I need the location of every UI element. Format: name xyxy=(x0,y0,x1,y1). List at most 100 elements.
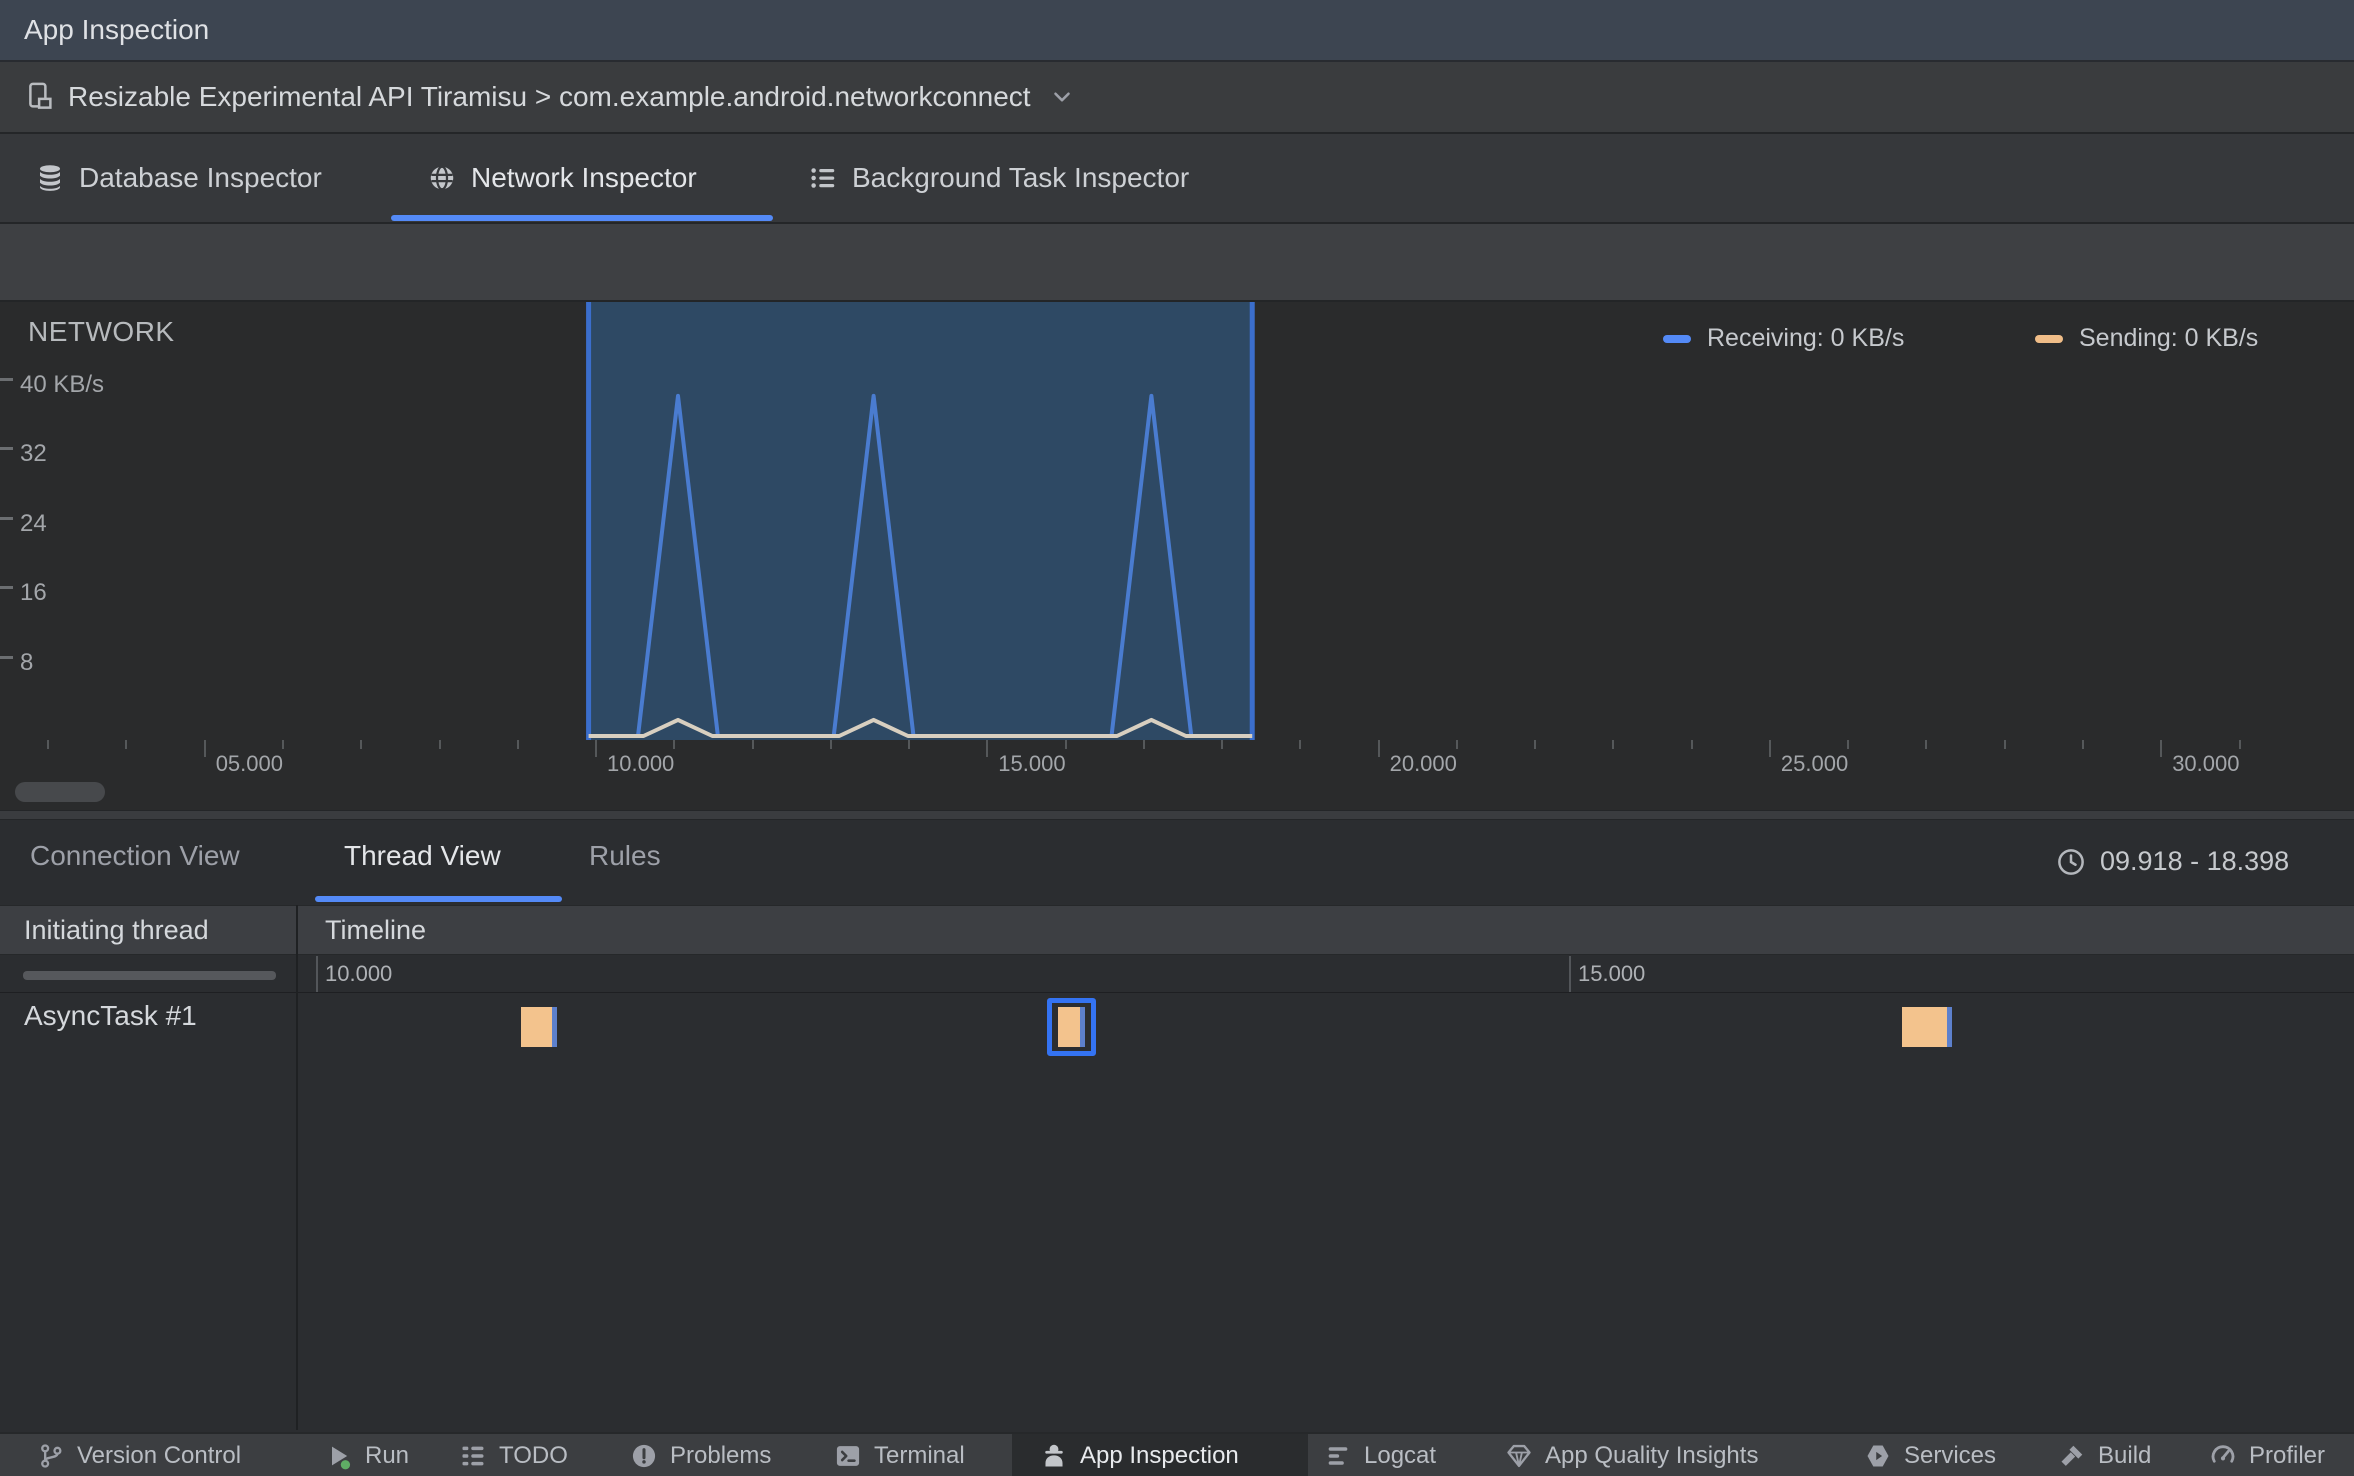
ruler-tick-label: 10.000 xyxy=(325,961,393,986)
x-minor-tick xyxy=(1534,740,1537,749)
network-request-block[interactable] xyxy=(1902,1007,1953,1047)
tab-background-task-inspector[interactable]: Background Task Inspector xyxy=(808,134,1189,222)
x-minor-tick xyxy=(438,740,441,749)
request-sending-fill xyxy=(1057,1007,1086,1047)
toolwindow-app-quality-insights[interactable]: App Quality Insights xyxy=(1505,1434,1758,1476)
clock-icon xyxy=(2056,847,2086,877)
toolwindow-label: Run xyxy=(365,1442,410,1469)
services-icon xyxy=(1864,1442,1892,1470)
legend-item-receiving: Receiving: 0 KB/s xyxy=(1663,324,1904,353)
toolwindow-terminal[interactable]: Terminal xyxy=(834,1434,965,1476)
x-major-tick xyxy=(1377,740,1380,757)
x-minor-tick xyxy=(360,740,363,749)
inspector-person-icon xyxy=(1040,1442,1068,1470)
selection-left-handle[interactable] xyxy=(586,302,592,740)
toolwindow-label: Services xyxy=(1904,1442,1997,1469)
chart-selection-region[interactable] xyxy=(588,302,1253,740)
y-tick-label: 32 xyxy=(20,440,47,468)
tab-label: Network Inspector xyxy=(471,162,697,193)
x-minor-tick xyxy=(2238,740,2241,749)
toolwindow-label: Build xyxy=(2098,1442,2152,1469)
globe-icon xyxy=(427,163,457,193)
x-major-tick xyxy=(986,740,989,757)
request-receiving-strip xyxy=(551,1007,557,1047)
x-minor-tick xyxy=(1847,740,1850,749)
task-list-icon xyxy=(808,163,838,193)
active-tab-underline xyxy=(391,215,773,221)
tab-label: Background Task Inspector xyxy=(852,162,1190,193)
legend-label: Sending: 0 KB/s xyxy=(2079,324,2259,352)
toolwindow-problems[interactable]: Problems xyxy=(630,1434,771,1476)
process-selector-label: Resizable Experimental API Tiramisu > co… xyxy=(68,81,1031,112)
toolwindow-label: Logcat xyxy=(1364,1442,1437,1469)
tab-rules[interactable]: Rules xyxy=(589,840,661,872)
x-minor-tick xyxy=(1690,740,1693,749)
chevron-down-icon[interactable] xyxy=(1049,84,1075,110)
network-usage-chart[interactable] xyxy=(0,302,2354,740)
y-tick-label: 8 xyxy=(20,648,34,676)
column-divider[interactable] xyxy=(296,905,298,1430)
ruler-tick-label: 15.000 xyxy=(1578,961,1646,986)
x-minor-tick xyxy=(2081,740,2084,749)
x-minor-tick xyxy=(673,740,676,749)
logcat-lines-icon xyxy=(1324,1442,1352,1470)
thread-name: AsyncTask #1 xyxy=(24,1000,197,1031)
y-tick-label: 24 xyxy=(20,509,47,537)
tool-window-title: App Inspection xyxy=(24,14,210,45)
toolwindow-services[interactable]: Services xyxy=(1864,1434,1996,1476)
tab-network-inspector[interactable]: Network Inspector xyxy=(427,134,697,222)
x-minor-tick xyxy=(829,740,832,749)
ruler-tick xyxy=(316,956,318,992)
process-selector-row: Resizable Experimental API Tiramisu > co… xyxy=(0,62,2354,132)
panel-splitter[interactable] xyxy=(0,810,2354,820)
x-tick-label: 05.000 xyxy=(215,751,283,776)
x-minor-tick xyxy=(751,740,754,749)
toolwindow-todo[interactable]: TODO xyxy=(459,1434,568,1476)
column-initiating-thread: Initiating thread xyxy=(24,915,209,945)
toolwindow-version-control[interactable]: Version Control xyxy=(37,1434,241,1476)
request-receiving-strip xyxy=(1080,1007,1086,1047)
database-icon xyxy=(35,163,65,193)
chart-horizontal-scrollbar[interactable] xyxy=(15,782,105,802)
active-view-underline xyxy=(315,896,562,902)
toolwindow-label: TODO xyxy=(499,1442,568,1469)
toolwindow-label: Profiler xyxy=(2249,1442,2326,1469)
ruler-tick xyxy=(1569,956,1571,992)
run-play-icon xyxy=(325,1442,353,1470)
x-minor-tick xyxy=(1925,740,1928,749)
toolwindow-profiler[interactable]: Profiler xyxy=(2209,1434,2325,1476)
x-minor-tick xyxy=(1221,740,1224,749)
legend-item-sending: Sending: 0 KB/s xyxy=(2035,324,2258,353)
toolwindow-logcat[interactable]: Logcat xyxy=(1324,1434,1436,1476)
y-tick-label: 16 xyxy=(20,579,47,607)
x-minor-tick xyxy=(2003,740,2006,749)
timeline-ruler: 10.000 15.000 xyxy=(0,956,2354,993)
x-tick-label: 25.000 xyxy=(1780,751,1849,776)
gem-icon xyxy=(1505,1442,1533,1470)
tab-connection-view[interactable]: Connection View xyxy=(30,840,240,872)
x-tick-label: 10.000 xyxy=(607,751,675,776)
resizable-device-icon xyxy=(26,82,56,112)
network-request-block[interactable] xyxy=(521,1007,557,1047)
tab-database-inspector[interactable]: Database Inspector xyxy=(35,134,322,222)
y-tick-label: 40 KB/s xyxy=(20,370,105,398)
toolwindow-label: Problems xyxy=(670,1442,772,1469)
tab-thread-view[interactable]: Thread View xyxy=(344,840,501,872)
x-minor-tick xyxy=(908,740,910,749)
selection-right-handle[interactable] xyxy=(1249,302,1255,740)
toolwindow-app-inspection[interactable]: App Inspection xyxy=(1040,1434,1239,1476)
process-selector[interactable]: Resizable Experimental API Tiramisu > co… xyxy=(26,74,1075,120)
x-minor-tick xyxy=(125,740,128,749)
y-tick xyxy=(0,655,13,659)
receiving-swatch xyxy=(1663,334,1691,343)
x-minor-tick xyxy=(47,740,50,749)
x-minor-tick xyxy=(1455,740,1458,749)
toolwindow-label: Version Control xyxy=(77,1442,242,1469)
column-timeline: Timeline xyxy=(325,915,427,945)
toolwindow-build[interactable]: Build xyxy=(2058,1434,2151,1476)
network-request-block-selected[interactable] xyxy=(1046,998,1097,1056)
toolwindow-run[interactable]: Run xyxy=(325,1434,409,1476)
thread-column-scrollbar[interactable] xyxy=(23,971,276,980)
x-tick-label: 30.000 xyxy=(2172,751,2240,776)
inspector-toolbar-strip xyxy=(0,224,2354,300)
